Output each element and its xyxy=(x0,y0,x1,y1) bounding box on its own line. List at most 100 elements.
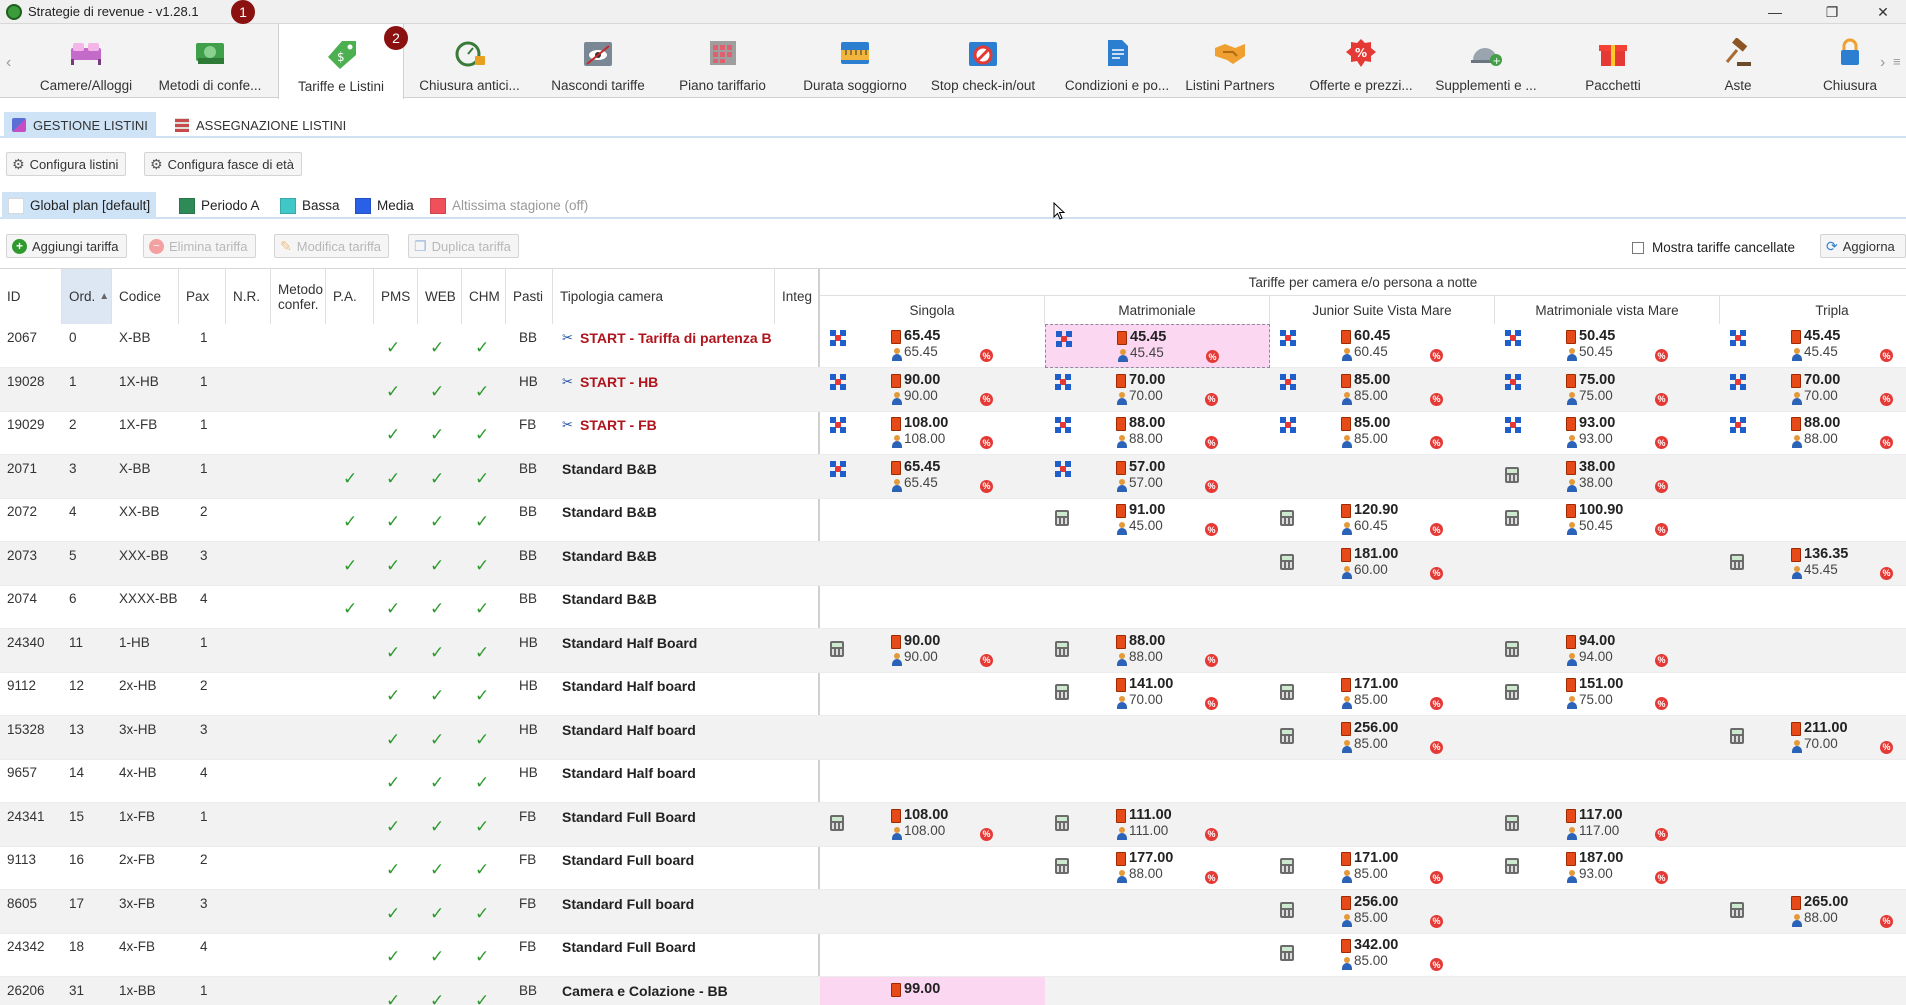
toolbar-bed-button[interactable]: Camere/Alloggi xyxy=(31,24,141,98)
mostra-cancellate-toggle[interactable]: Mostra tariffe cancellate xyxy=(1632,240,1795,255)
toolbar-calendar-stop-button[interactable]: Stop check-in/out xyxy=(918,24,1048,98)
table-row[interactable]: 9112 12 2x-HB 2 HB ✓ ✓ ✓ Standard Half board 141.… xyxy=(0,672,1906,716)
toolbar-service-bell-button[interactable]: + Supplementi e ... xyxy=(1421,24,1551,98)
elimina-tariffa-button[interactable]: − Elimina tariffa xyxy=(143,234,256,258)
toolbar-handshake-button[interactable]: Listini Partners xyxy=(1175,24,1285,98)
price-cell[interactable]: 256.00 85.00% xyxy=(1270,716,1495,760)
table-row[interactable]: 2073 5 XXX-BB 3 BB ✓ ✓ ✓ ✓ Standard B&B 181.00 60.0… xyxy=(0,541,1906,586)
toolbar-calendar-hidden-button[interactable]: Nascondi tariffe xyxy=(543,24,653,98)
table-row[interactable]: 24341 15 1x-FB 1 FB ✓ ✓ ✓ Standard Full Board 108… xyxy=(0,802,1906,847)
checkbox[interactable] xyxy=(1632,241,1644,254)
price-cell[interactable]: 45.45 45.45% xyxy=(1720,324,1906,368)
price-cell[interactable]: 265.00 88.00% xyxy=(1720,890,1906,934)
duplica-tariffa-button[interactable]: ❐ Duplica tariffa xyxy=(408,234,519,258)
close-button[interactable]: ✕ xyxy=(1860,0,1906,24)
price-cell[interactable]: 171.00 85.00% xyxy=(1270,672,1495,716)
aggiungi-tariffa-button[interactable]: + Aggiungi tariffa xyxy=(6,234,127,258)
table-row[interactable]: 24340 11 1-HB 1 HB ✓ ✓ ✓ Standard Half Board 90.0… xyxy=(0,628,1906,673)
season-filter-3[interactable]: Media xyxy=(349,192,420,219)
price-cell[interactable]: 108.00 108.00% xyxy=(820,803,1045,847)
toolbar-gavel-button[interactable]: Aste xyxy=(1703,24,1773,98)
room-column-header[interactable]: Tripla xyxy=(1720,296,1906,324)
price-cell[interactable]: 75.00 75.00% xyxy=(1495,368,1720,412)
price-cell[interactable]: 211.00 70.00% xyxy=(1720,716,1906,760)
price-cell[interactable]: 117.00 117.00% xyxy=(1495,803,1720,847)
price-cell[interactable]: 88.00 88.00% xyxy=(1720,411,1906,455)
table-row[interactable]: 2067 0 X-BB 1 BB ✓ ✓ ✓ ✂ START - Tariffa di parte… xyxy=(0,324,1906,368)
column-header-integ[interactable]: Integ xyxy=(775,269,818,324)
minimize-button[interactable]: — xyxy=(1752,0,1798,24)
price-cell[interactable]: 90.00 90.00% xyxy=(820,368,1045,412)
table-row[interactable]: 24342 18 4x-FB 4 FB ✓ ✓ ✓ Standard Full Board 342… xyxy=(0,933,1906,977)
toolbar-grid-calendar-button[interactable]: Piano tariffario xyxy=(660,24,785,98)
room-column-header[interactable]: Singola xyxy=(820,296,1045,324)
column-header-id[interactable]: ID xyxy=(0,269,62,324)
price-cell[interactable]: 88.00 88.00% xyxy=(1045,629,1270,673)
table-row[interactable]: 26206 31 1x-BB 1 BB ✓ ✓ ✓ Camera e Colazione - B… xyxy=(0,976,1906,1005)
column-header-web[interactable]: WEB xyxy=(418,269,462,324)
column-header-metodo[interactable]: Metodo confer. xyxy=(271,269,326,324)
price-cell[interactable]: 70.00 70.00% xyxy=(1045,368,1270,412)
tab-assegnazione-listini[interactable]: ASSEGNAZIONE LISTINI xyxy=(167,112,354,138)
price-cell[interactable]: 120.90 60.45% xyxy=(1270,498,1495,542)
price-cell[interactable]: 256.00 85.00% xyxy=(1270,890,1495,934)
price-cell[interactable]: 50.45 50.45% xyxy=(1495,324,1720,368)
price-cell[interactable]: 85.00 85.00% xyxy=(1270,411,1495,455)
column-header-tipologia[interactable]: Tipologia camera xyxy=(553,269,775,324)
room-column-header[interactable]: Matrimoniale vista Mare xyxy=(1495,296,1720,324)
price-cell[interactable]: 108.00 108.00% xyxy=(820,411,1045,455)
column-header-pms[interactable]: PMS xyxy=(374,269,418,324)
scroll-left-icon[interactable]: ‹ xyxy=(6,54,11,72)
toolbar-stopwatch-lock-button[interactable]: Chiusura antici... xyxy=(407,24,532,98)
toolbar-ruler-calendar-button[interactable]: Durata soggiorno xyxy=(795,24,915,98)
table-row[interactable]: 2074 6 XXXX-BB 4 BB ✓ ✓ ✓ ✓ Standard B&B xyxy=(0,585,1906,629)
price-cell[interactable]: 171.00 85.00% xyxy=(1270,846,1495,890)
column-header-ord[interactable]: Ord. ▲ xyxy=(62,269,112,324)
scroll-right-icon[interactable]: › xyxy=(1880,54,1885,72)
price-cell[interactable]: 99.00 xyxy=(820,976,1045,1005)
overflow-menu-icon[interactable]: ≡ xyxy=(1893,54,1901,69)
price-cell[interactable]: 187.00 93.00% xyxy=(1495,846,1720,890)
price-cell[interactable]: 45.45 45.45% xyxy=(1045,324,1270,368)
price-cell[interactable]: 151.00 75.00% xyxy=(1495,672,1720,716)
table-row[interactable]: 15328 13 3x-HB 3 HB ✓ ✓ ✓ Standard Half board 256… xyxy=(0,715,1906,760)
price-cell[interactable]: 94.00 94.00% xyxy=(1495,629,1720,673)
price-cell[interactable]: 65.45 65.45% xyxy=(820,324,1045,368)
room-column-header[interactable]: Junior Suite Vista Mare xyxy=(1270,296,1495,324)
modifica-tariffa-button[interactable]: ✎ Modifica tariffa xyxy=(274,234,390,258)
price-cell[interactable]: 38.00 38.00% xyxy=(1495,455,1720,499)
price-cell[interactable]: 60.45 60.45% xyxy=(1270,324,1495,368)
price-cell[interactable]: 70.00 70.00% xyxy=(1720,368,1906,412)
column-header-codice[interactable]: Codice xyxy=(112,269,179,324)
toolbar-gift-button[interactable]: Pacchetti xyxy=(1578,24,1648,98)
price-cell[interactable]: 85.00 85.00% xyxy=(1270,368,1495,412)
aggiorna-button[interactable]: ⟳ Aggiorna xyxy=(1820,234,1906,258)
season-filter-4[interactable]: Altissima stagione (off) xyxy=(424,192,594,219)
season-filter-0[interactable]: Global plan [default] xyxy=(2,192,157,219)
column-header-pa[interactable]: P.A. xyxy=(326,269,374,324)
season-filter-1[interactable]: Periodo A xyxy=(173,192,266,219)
column-header-chm[interactable]: CHM xyxy=(462,269,506,324)
price-cell[interactable]: 91.00 45.00% xyxy=(1045,498,1270,542)
price-cell[interactable]: 93.00 93.00% xyxy=(1495,411,1720,455)
column-header-pax[interactable]: Pax xyxy=(179,269,226,324)
toolbar-document-button[interactable]: Condizioni e po... xyxy=(1052,24,1182,98)
price-cell[interactable]: 65.45 65.45% xyxy=(820,455,1045,499)
price-cell[interactable]: 57.00 57.00% xyxy=(1045,455,1270,499)
price-cell[interactable]: 181.00 60.00% xyxy=(1270,542,1495,586)
toolbar-discount-button[interactable]: % Offerte e prezzi... xyxy=(1296,24,1426,98)
column-header-nr[interactable]: N.R. xyxy=(226,269,271,324)
price-cell[interactable]: 100.90 50.45% xyxy=(1495,498,1720,542)
configura-fasce-eta-button[interactable]: ⚙ Configura fasce di età xyxy=(144,152,303,176)
table-row[interactable]: 9657 14 4x-HB 4 HB ✓ ✓ ✓ Standard Half board xyxy=(0,759,1906,803)
price-cell[interactable]: 136.35 45.45% xyxy=(1720,542,1906,586)
tab-gestione-listini[interactable]: GESTIONE LISTINI xyxy=(4,112,156,138)
price-cell[interactable]: 111.00 111.00% xyxy=(1045,803,1270,847)
price-cell[interactable]: 88.00 88.00% xyxy=(1045,411,1270,455)
table-row[interactable]: 8605 17 3x-FB 3 FB ✓ ✓ ✓ Standard Full board 256.… xyxy=(0,889,1906,934)
price-cell[interactable]: 177.00 88.00% xyxy=(1045,846,1270,890)
configura-listini-button[interactable]: ⚙ Configura listini xyxy=(6,152,127,176)
table-row[interactable]: 2071 3 X-BB 1 BB ✓ ✓ ✓ ✓ Standard B&B 65.45 65.45% 5… xyxy=(0,454,1906,499)
column-header-pasti[interactable]: Pasti xyxy=(506,269,553,324)
room-column-header[interactable]: Matrimoniale xyxy=(1045,296,1270,324)
